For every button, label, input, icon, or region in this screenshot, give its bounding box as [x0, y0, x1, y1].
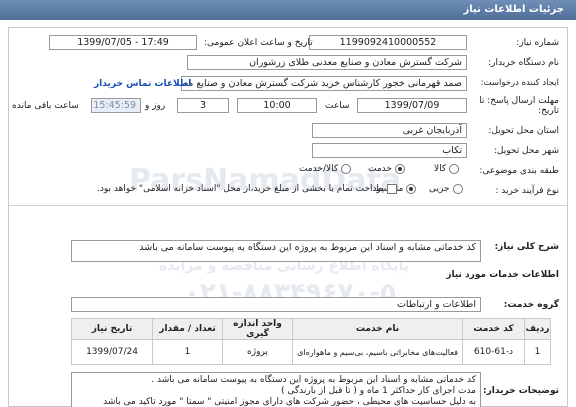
column-header: ردیف [524, 318, 551, 340]
radio-selected-icon [394, 164, 405, 174]
city-field: تکاب [312, 143, 467, 158]
deadline-date-field: 1399/07/09 [357, 98, 467, 113]
service-group-label: گروه خدمت: [503, 300, 559, 310]
province-field: آذربایجان غربی [312, 123, 467, 138]
province-label: استان محل تحویل: [488, 126, 559, 136]
treasury-payment-text: پرداخت تمام یا بخشی از مبلغ خرید،از محل … [97, 184, 385, 194]
radio-icon [341, 164, 352, 174]
buyer-notes-label: توضیحات خریدار: [483, 386, 559, 396]
service-name-cell: فعالیت‌های مخابراتی باسیم، بی‌سیم و ماهو… [292, 339, 463, 365]
radio-icon [449, 164, 460, 174]
radio-icon [452, 184, 463, 194]
radio-selected-icon [406, 184, 417, 194]
description-field: کد خدماتی مشابه و اسناد این مربوط به پرو… [71, 240, 481, 262]
deadline-time-field: 10:00 [237, 98, 317, 113]
need-number-field: 1199092410000552 [309, 35, 467, 50]
deadline-time-label: ساعت [325, 101, 350, 111]
description-label: شرح کلی نیاز: [494, 242, 559, 252]
column-header: نام خدمت [292, 318, 463, 340]
creator-label: ایجاد کننده درخواست: [480, 78, 559, 88]
service-group-field: اطلاعات و ارتباطات [71, 297, 481, 312]
buyer-field: شرکت گسترش معادن و صنایع معدنی طلای زرشو… [187, 55, 467, 70]
column-header: کد خدمت [462, 318, 525, 340]
buyer-notes-line: به دلیل حساسیت های محیطی ، حضور شرکت های… [103, 397, 476, 407]
city-label: شهر محل تحویل: [493, 146, 559, 156]
buyer-notes-line: کد خدماتی مشابه و اسناد این مربوط به پرو… [151, 375, 476, 385]
buyer-label: نام دستگاه خریدار: [488, 58, 559, 68]
creator-field: صمد قهرمانی خجور کارشناس خرید شرکت گسترش… [181, 76, 467, 91]
days-remaining-field: 3 [177, 98, 229, 113]
category-radio-service[interactable]: خدمت [368, 164, 405, 174]
table-row[interactable]: 1 د-61-610 فعالیت‌های مخابراتی باسیم، بی… [71, 339, 551, 365]
column-header: تاریخ نیاز [71, 318, 153, 340]
category-option-label: خدمت [368, 164, 392, 174]
quantity-cell: 1 [152, 339, 223, 365]
process-label: نوع فرآیند خرید : [495, 186, 559, 196]
time-remaining-label: ساعت باقی مانده [12, 101, 79, 111]
category-option-label: کالا/خدمت [299, 164, 339, 174]
buyer-notes-field: کد خدماتی مشابه و اسناد این مربوط به پرو… [71, 372, 481, 407]
details-panel: ParsNamadData پایگاه اطلاع رسانی مناقصه … [8, 27, 568, 407]
row-index-cell: 1 [524, 339, 551, 365]
table-header-row: ردیف کد خدمت نام خدمت واحد اندازه گیری ت… [71, 318, 551, 340]
checkbox-icon [387, 184, 398, 194]
category-option-label: کالا [434, 164, 447, 174]
services-table: ردیف کد خدمت نام خدمت واحد اندازه گیری ت… [71, 318, 551, 365]
column-header: واحد اندازه گیری [222, 318, 293, 340]
treasury-payment-checkbox[interactable]: پرداخت تمام یا بخشی از مبلغ خرید،از محل … [97, 184, 398, 194]
page-header: جزئیات اطلاعات نیاز [0, 0, 576, 20]
need-date-cell: 1399/07/24 [71, 339, 153, 365]
announce-date-field: 1399/07/05 - 17:49 [49, 35, 197, 50]
buyer-contact-link[interactable]: اطلاعات تماس خریدار [94, 79, 191, 89]
services-section-title: اطلاعات خدمات مورد نیاز [446, 270, 559, 280]
buyer-notes-line: مدت اجرای کار حداکثر 1 ماه و ( تا قبل از… [281, 386, 476, 396]
unit-cell: پروژه [222, 339, 293, 365]
page-title: جزئیات اطلاعات نیاز [463, 4, 564, 15]
need-number-label: شماره نیاز: [516, 38, 559, 48]
days-label: روز و [145, 101, 166, 111]
service-code-cell: د-61-610 [462, 339, 525, 365]
deadline-label: مهلت ارسال پاسخ: تا تاریخ: [479, 96, 559, 116]
column-header: تعداد / مقدار [152, 318, 223, 340]
announce-date-label: تاریخ و ساعت اعلان عمومی: [204, 38, 313, 48]
category-radio-goods-service[interactable]: کالا/خدمت [299, 164, 352, 174]
time-remaining-field: 15:45:59 [91, 98, 141, 113]
category-label: طبقه بندی موضوعی: [479, 166, 559, 176]
divider [9, 205, 567, 206]
process-radio-minor[interactable]: جزیی [429, 184, 463, 194]
category-radio-goods[interactable]: کالا [434, 164, 460, 174]
process-option-label: جزیی [429, 184, 450, 194]
